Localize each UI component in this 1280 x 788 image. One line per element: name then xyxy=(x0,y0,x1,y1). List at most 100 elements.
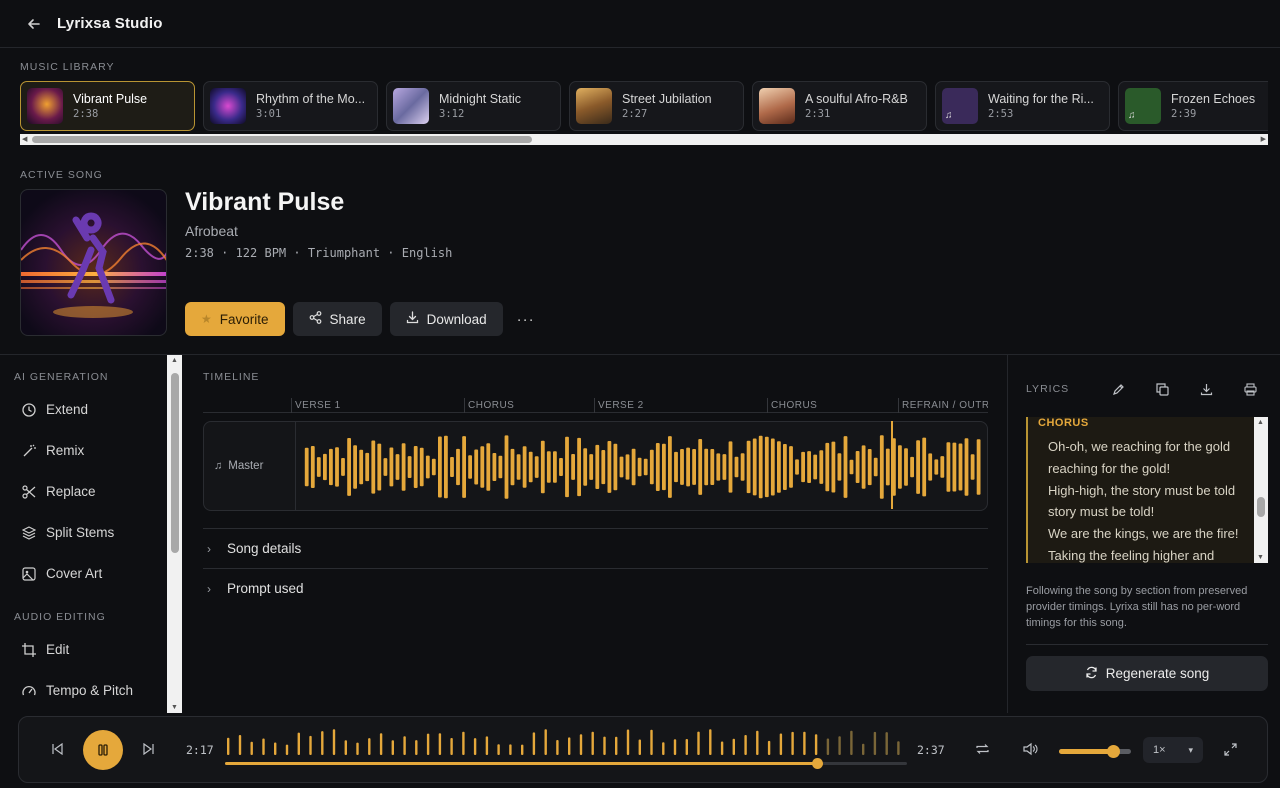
chevron-right-icon: › xyxy=(207,581,211,596)
waveform-bar xyxy=(438,436,442,498)
scroll-down-icon[interactable]: ▼ xyxy=(171,704,178,711)
fullscreen-icon[interactable] xyxy=(1222,741,1238,757)
mini-waveform-bar xyxy=(227,737,230,755)
waveform-bar xyxy=(686,447,690,487)
download-button[interactable]: Download xyxy=(389,302,503,336)
waveform-bar xyxy=(885,448,890,486)
regenerate-song-button[interactable]: Regenerate song xyxy=(1026,656,1268,691)
volume-slider[interactable] xyxy=(1059,745,1131,758)
section-marker[interactable]: VERSE 1 xyxy=(291,398,341,413)
section-marker[interactable]: REFRAIN / OUTRO xyxy=(898,398,988,413)
scrollbar-thumb[interactable] xyxy=(1257,497,1265,517)
progress-bar[interactable] xyxy=(225,758,907,769)
volume-handle[interactable] xyxy=(1107,745,1120,758)
playback-speed-select[interactable]: 1× ▾ xyxy=(1143,737,1203,763)
scroll-up-icon[interactable]: ▲ xyxy=(1257,419,1264,426)
mini-waveform-bar xyxy=(485,736,489,755)
waveform-bar xyxy=(546,451,551,483)
scroll-up-icon[interactable]: ▲ xyxy=(171,357,178,364)
library-card[interactable]: Rhythm of the Mo... 3:01 xyxy=(203,81,378,131)
lyric-line: High-high, the story must be told xyxy=(1048,483,1236,498)
waveform-bar xyxy=(704,448,709,486)
pause-button[interactable] xyxy=(83,730,123,770)
waveform-bar xyxy=(613,443,618,491)
scroll-right-icon[interactable]: ▶ xyxy=(1261,134,1266,145)
song-details-expander[interactable]: › Song details xyxy=(203,528,988,568)
waveform-bar xyxy=(335,447,339,487)
more-options-button[interactable]: ··· xyxy=(511,311,541,328)
library-card[interactable]: ♫ Frozen Echoes 2:39 xyxy=(1118,81,1268,131)
library-scrollbar[interactable]: ◀ ▶ xyxy=(20,134,1268,145)
waveform-bar xyxy=(431,458,436,476)
waveform-bar xyxy=(867,449,872,486)
sidebar-scrollbar[interactable]: ▲ ▼ xyxy=(167,355,182,713)
section-marker[interactable]: CHORUS xyxy=(464,398,514,413)
lyrics-scrollbar[interactable]: ▲ ▼ xyxy=(1254,417,1268,563)
library-card-title: Street Jubilation xyxy=(622,92,712,106)
waveform-bar xyxy=(649,449,654,485)
share-button[interactable]: Share xyxy=(292,302,382,336)
favorite-button[interactable]: ★ Favorite xyxy=(185,302,285,336)
copy-icon[interactable] xyxy=(1152,379,1172,399)
mini-waveform-bar xyxy=(767,740,771,755)
waveform-bar xyxy=(964,438,969,496)
mini-waveform-bar xyxy=(662,742,665,755)
volume-fill xyxy=(1059,749,1113,754)
waveform-bar xyxy=(462,436,466,498)
progress-handle[interactable] xyxy=(811,758,823,769)
edit-icon[interactable] xyxy=(1108,379,1128,399)
section-marker[interactable]: VERSE 2 xyxy=(594,398,644,413)
skip-forward-icon[interactable] xyxy=(141,741,157,757)
waveform-bar xyxy=(831,441,836,493)
waveform-bar xyxy=(722,454,727,480)
mini-waveform[interactable] xyxy=(225,727,907,755)
prompt-used-expander[interactable]: › Prompt used xyxy=(203,568,988,608)
scrollbar-thumb[interactable] xyxy=(171,373,179,553)
mini-waveform-bar xyxy=(626,729,630,755)
waveform-bar xyxy=(958,443,963,491)
expander-label: Song details xyxy=(227,541,302,556)
waveform-bar xyxy=(940,456,945,478)
skip-back-icon[interactable] xyxy=(49,741,65,757)
playhead[interactable] xyxy=(891,421,893,509)
download-icon[interactable] xyxy=(1196,379,1216,399)
scrollbar-thumb[interactable] xyxy=(32,136,532,143)
sidebar-item-edit[interactable]: Edit xyxy=(22,642,69,657)
waveform-bar xyxy=(789,446,793,488)
lyrics-viewer[interactable]: CHORUS Oh-oh, we reaching for the gold r… xyxy=(1026,417,1256,563)
song-thumbnail xyxy=(393,88,429,124)
library-card[interactable]: ♫ Waiting for the Ri... 2:53 xyxy=(935,81,1110,131)
waveform-bar xyxy=(565,436,569,498)
volume-icon[interactable] xyxy=(1022,741,1038,757)
mini-waveform-bar xyxy=(732,738,735,755)
sidebar-item-remix[interactable]: Remix xyxy=(22,443,84,458)
library-card[interactable]: Vibrant Pulse 2:38 xyxy=(20,81,195,131)
mini-waveform-bar xyxy=(309,735,312,755)
section-marker[interactable]: CHORUS xyxy=(767,398,817,413)
repeat-icon[interactable] xyxy=(974,741,990,757)
waveform-bar xyxy=(770,438,775,496)
library-card[interactable]: Midnight Static 3:12 xyxy=(386,81,561,131)
back-arrow-icon[interactable] xyxy=(24,14,44,34)
waveform-bar xyxy=(970,454,975,480)
sidebar-item-cover-art[interactable]: Cover Art xyxy=(22,566,102,581)
waveform-bar xyxy=(952,442,957,492)
scroll-left-icon[interactable]: ◀ xyxy=(22,134,27,145)
library-strip: Vibrant Pulse 2:38 Rhythm of the Mo... 3… xyxy=(20,81,1268,131)
sidebar-item-tempo-pitch[interactable]: Tempo & Pitch xyxy=(22,683,133,698)
waveform-bar xyxy=(492,453,497,481)
library-card[interactable]: Street Jubilation 2:27 xyxy=(569,81,744,131)
sidebar-item-replace[interactable]: Replace xyxy=(22,484,96,499)
waveform-bar xyxy=(589,454,594,480)
mini-waveform-bar xyxy=(697,731,700,755)
download-label: Download xyxy=(426,311,487,327)
print-icon[interactable] xyxy=(1240,379,1260,399)
gauge-icon xyxy=(22,684,36,698)
waveform[interactable] xyxy=(304,430,982,504)
library-card[interactable]: A soulful Afro-R&B 2:31 xyxy=(752,81,927,131)
master-track[interactable]: ♫ Master xyxy=(203,421,988,511)
sidebar-item-label: Cover Art xyxy=(46,566,103,581)
sidebar-item-extend[interactable]: Extend xyxy=(22,402,88,417)
sidebar-item-split-stems[interactable]: Split Stems xyxy=(22,525,114,540)
scroll-down-icon[interactable]: ▼ xyxy=(1257,554,1264,561)
